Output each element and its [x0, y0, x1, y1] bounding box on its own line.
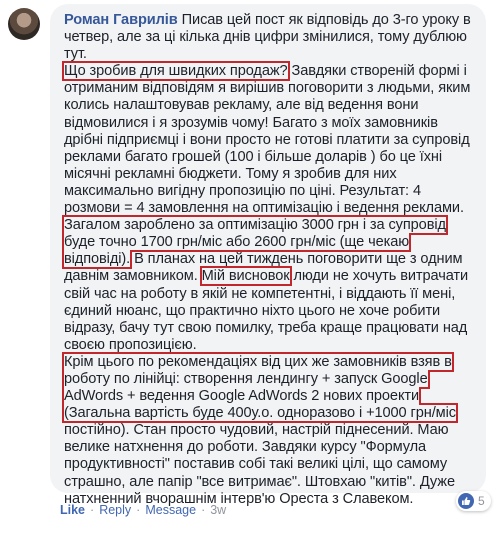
separator: ·: [201, 503, 206, 517]
message-button[interactable]: Message: [145, 503, 196, 517]
highlight-question-1: Що зробив для швидких продаж?: [62, 61, 290, 82]
comment-timestamp[interactable]: 3w: [210, 503, 226, 517]
comment-paragraph-2: Завдяки створеній формі і отриманим відп…: [64, 63, 471, 217]
comment-bubble: Роман Гаврилів Писав цей пост як відповід…: [50, 4, 486, 507]
reactions-summary[interactable]: 5: [456, 491, 491, 511]
highlight-new-projects: Крім цього по рекомендаціях від цих же з…: [62, 351, 458, 424]
comment-actions: Like · Reply · Message · 3w: [60, 503, 226, 517]
author-name[interactable]: Роман Гаврилів: [64, 12, 178, 28]
comment-paragraph-5: постійно). Стан просто чудовий, настрій …: [64, 422, 455, 507]
avatar[interactable]: [8, 8, 40, 40]
highlight-conclusion-label: Мій висновок: [199, 266, 292, 287]
reactions-count: 5: [478, 494, 485, 508]
thumbs-up-icon: [458, 493, 474, 509]
like-button[interactable]: Like: [60, 503, 85, 517]
comment-text: Роман Гаврилів Писав цей пост як відповід…: [62, 12, 476, 508]
separator: ·: [90, 503, 95, 517]
reply-button[interactable]: Reply: [99, 503, 131, 517]
separator: ·: [136, 503, 141, 517]
